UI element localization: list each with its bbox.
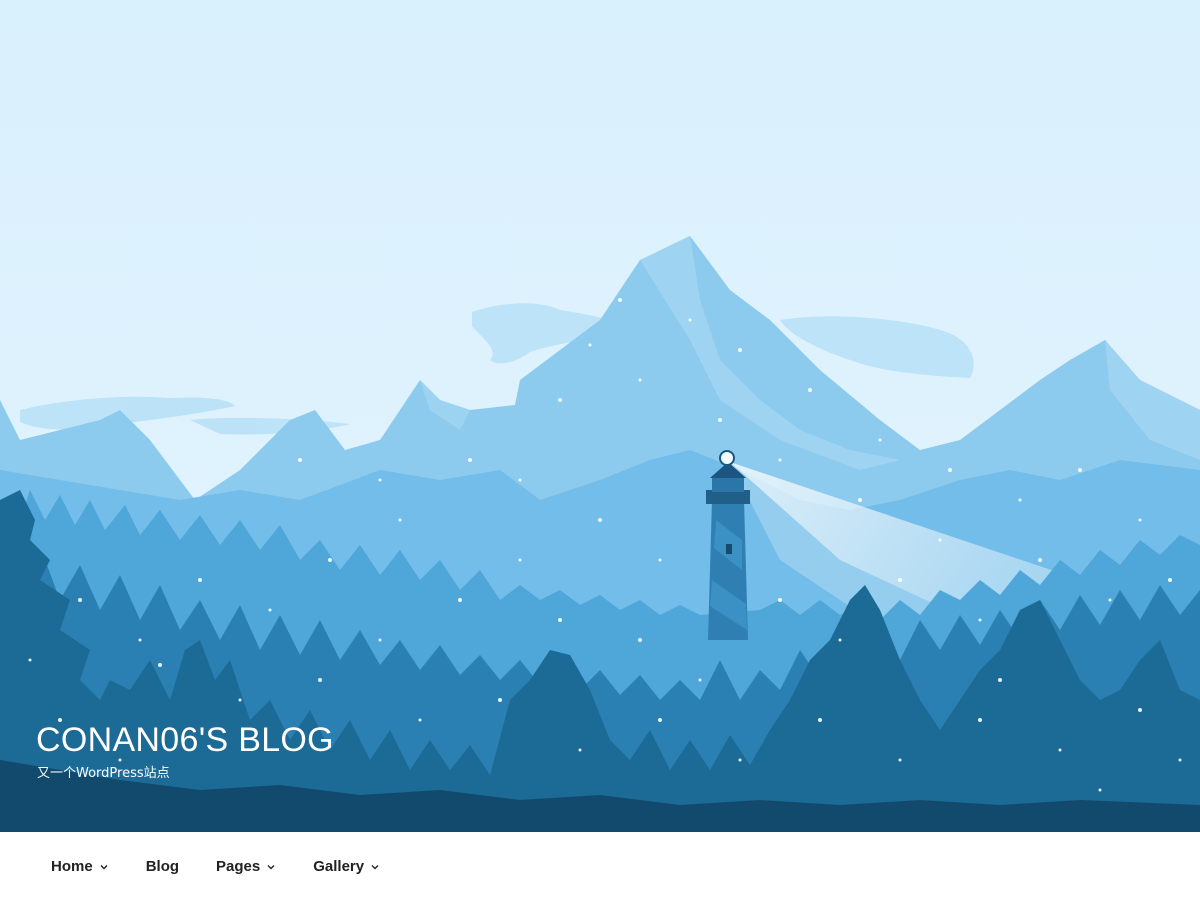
- nav-menu: Home Blog Pages Gallery: [0, 832, 1200, 900]
- nav-item-label: Gallery: [313, 857, 365, 875]
- nav-item-label: Blog: [145, 857, 180, 875]
- site-tagline: 又一个WordPress站点: [37, 766, 170, 781]
- nav-item-label: Pages: [216, 857, 261, 875]
- chevron-down-icon[interactable]: [99, 862, 109, 872]
- chevron-down-icon[interactable]: [370, 862, 380, 872]
- nav-item-label: Home: [51, 857, 93, 875]
- nav-item-pages[interactable]: Pages: [216, 846, 276, 886]
- lighthouse: [706, 450, 750, 640]
- nav-item-blog[interactable]: Blog: [146, 846, 179, 886]
- nav-item-gallery[interactable]: Gallery: [313, 846, 380, 886]
- chevron-down-icon[interactable]: [266, 862, 276, 872]
- nav-item-home[interactable]: Home: [51, 846, 109, 886]
- site-header: CONAN06'S BLOG 又一个WordPress站点: [0, 0, 1200, 832]
- main-navigation: Home Blog Pages Gallery: [0, 832, 1200, 900]
- site-title[interactable]: CONAN06'S BLOG: [36, 718, 334, 762]
- site-branding: CONAN06'S BLOG 又一个WordPress站点: [36, 718, 334, 782]
- header-illustration: [0, 0, 1200, 832]
